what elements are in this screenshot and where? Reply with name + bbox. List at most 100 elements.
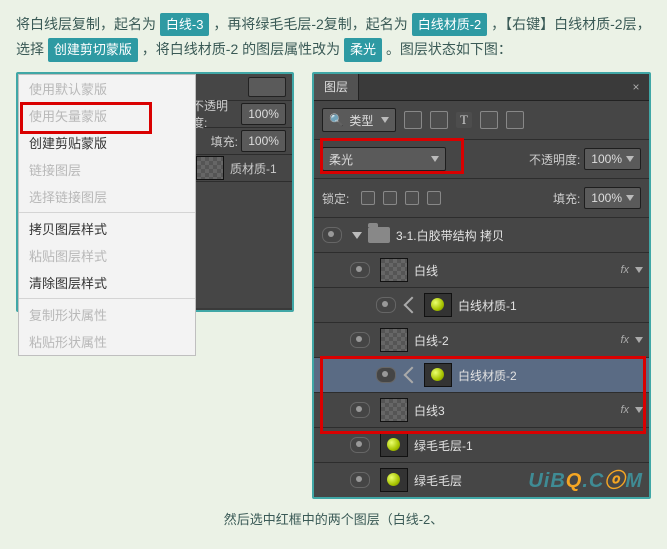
layer-thumb [380,468,408,492]
left-panel-bg: 不透明度: 100% 填充: 100% 质材质-1 [192,74,292,308]
layer-row[interactable]: 白线-2 fx [314,323,649,358]
visibility-icon[interactable] [350,472,370,488]
context-menu: 使用默认蒙版 使用矢量蒙版 创建剪贴蒙版 链接图层 选择链接图层 拷贝图层样式 … [18,74,196,356]
blend-mode-dropdown[interactable]: 柔光 [322,147,446,171]
layer-name: 白线 [414,262,620,279]
visibility-icon[interactable] [350,332,370,348]
ctx-item: 复制形状属性 [19,301,195,328]
layer-thumb [380,398,408,422]
filter-pixel-icon[interactable] [404,111,422,129]
layer-name: 绿毛毛层-1 [414,437,643,454]
clip-indicator-icon [403,297,420,314]
ctx-clear-style[interactable]: 清除图层样式 [19,269,195,296]
instr-text: ，将白线材质-2 的图层属性改为 [142,41,340,57]
opacity-label: 不透明度: [192,97,238,131]
layer-thumb [380,258,408,282]
footer-text: 然后选中红框中的两个图层（白线-2、 [16,509,651,528]
fx-badge[interactable]: fx [620,264,629,276]
chevron-down-icon[interactable] [635,407,643,413]
ctx-item: 使用矢量蒙版 [19,102,195,129]
layer-row[interactable]: 白线 fx [314,253,649,288]
clip-indicator-icon [403,367,420,384]
tab-layers[interactable]: 图层 [314,74,359,100]
instr-text: 将白线层复制，起名为 [16,16,156,32]
blend-mode-value: 柔光 [329,151,353,168]
fx-badge[interactable]: fx [620,404,629,416]
ctx-item: 链接图层 [19,156,195,183]
layer-name: 白线材质-2 [458,367,643,384]
layer-row[interactable]: 绿毛毛层-1 [314,428,649,463]
opacity-value[interactable]: 100% [241,103,286,125]
layer-row-clipped[interactable]: 白线材质-1 [314,288,649,323]
chevron-down-icon[interactable] [635,337,643,343]
instr-text: ，再将绿毛毛层-2复制，起名为 [213,16,407,32]
chevron-down-icon [626,156,634,162]
separator [19,212,195,213]
fill-value[interactable]: 100% [241,130,286,152]
layer-thumb [380,433,408,457]
layer-name: 质材质-1 [230,160,277,177]
fill-label: 填充: [553,190,580,207]
lock-label: 锁定: [322,190,349,207]
close-icon[interactable]: × [627,78,645,96]
chevron-down-icon [381,117,389,123]
filter-type-icon[interactable]: T [456,112,472,128]
layer-thumb [196,156,224,180]
visibility-icon[interactable] [350,262,370,278]
separator [19,298,195,299]
fx-badge[interactable]: fx [620,334,629,346]
ctx-copy-style[interactable]: 拷贝图层样式 [19,215,195,242]
lock-trans-icon[interactable] [361,191,375,205]
lock-all-icon[interactable] [427,191,441,205]
lock-paint-icon[interactable] [383,191,397,205]
visibility-icon[interactable] [350,437,370,453]
visibility-icon[interactable] [376,367,396,383]
ctx-paste-style: 粘贴图层样式 [19,242,195,269]
fill-label: 填充: [211,133,238,150]
tag-softlight: 柔光 [344,38,382,61]
folder-icon [368,227,390,243]
layer-name: 白线-2 [414,332,620,349]
visibility-icon[interactable] [376,297,396,313]
tag-material2: 白线材质-2 [412,13,488,36]
ctx-item: 选择链接图层 [19,183,195,210]
filter-smart-icon[interactable] [506,111,524,129]
tag-baixian3: 白线-3 [160,13,210,36]
layer-name: 白线材质-1 [458,297,643,314]
layer-thumb [424,293,452,317]
filter-toolbar: 🔍 类型 T [314,101,649,140]
ctx-item: 粘贴形状属性 [19,328,195,355]
dropdown[interactable] [248,77,286,97]
visibility-icon[interactable] [350,402,370,418]
fill-value[interactable]: 100% [584,187,641,209]
instr-text: 。图层状态如下图： [386,41,512,57]
layers-list: 3-1.白胶带结构 拷贝 白线 fx 白线材质-1 白线-2 fx [314,218,649,497]
filter-adjust-icon[interactable] [430,111,448,129]
lock-move-icon[interactable] [405,191,419,205]
chevron-down-icon [431,156,439,162]
layer-row[interactable]: 白线3 fx [314,393,649,428]
chevron-down-icon[interactable] [635,267,643,273]
layer-name: 白线3 [414,402,620,419]
instr-text: ，【右键】白线材质-2层， [491,16,650,32]
context-menu-figure: 不透明度: 100% 填充: 100% 质材质-1 使用默认蒙版 使用矢量蒙版 … [16,72,294,312]
opacity-label: 不透明度: [529,151,580,168]
layer-row-clipped[interactable]: 白线材质-2 [314,358,649,393]
visibility-icon[interactable] [322,227,342,243]
tag-clipmask: 创建剪切蒙版 [48,38,138,61]
layer-thumb [424,363,452,387]
watermark: UiBQ.CⓞM [528,464,643,493]
instr-text: 选择 [16,41,44,57]
ctx-create-clip-mask[interactable]: 创建剪贴蒙版 [19,129,195,156]
expand-icon[interactable] [352,232,362,239]
filter-kind-dropdown[interactable]: 🔍 类型 [322,108,396,132]
chevron-down-icon [626,195,634,201]
ctx-item: 使用默认蒙版 [19,75,195,102]
layer-group[interactable]: 3-1.白胶带结构 拷贝 [314,218,649,253]
layers-panel: × 图层 🔍 类型 T 柔光 不透明度: 100% [312,72,651,499]
layer-thumb [380,328,408,352]
filter-shape-icon[interactable] [480,111,498,129]
filter-kind-label: 类型 [349,112,373,129]
opacity-value[interactable]: 100% [584,148,641,170]
layer-name: 3-1.白胶带结构 拷贝 [396,227,643,244]
